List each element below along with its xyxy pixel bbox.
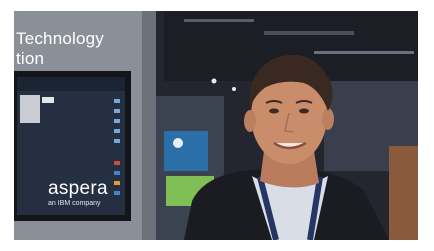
mid-booth-sign [164,131,208,171]
aspera-logo-tagline: an IBM company [48,200,101,207]
photo-frame: Technology tion aspera an IBM company [14,11,418,240]
booth-sign-text: Technology tion [16,29,105,68]
aspera-logo: aspera [48,178,108,199]
background-person [389,146,418,240]
